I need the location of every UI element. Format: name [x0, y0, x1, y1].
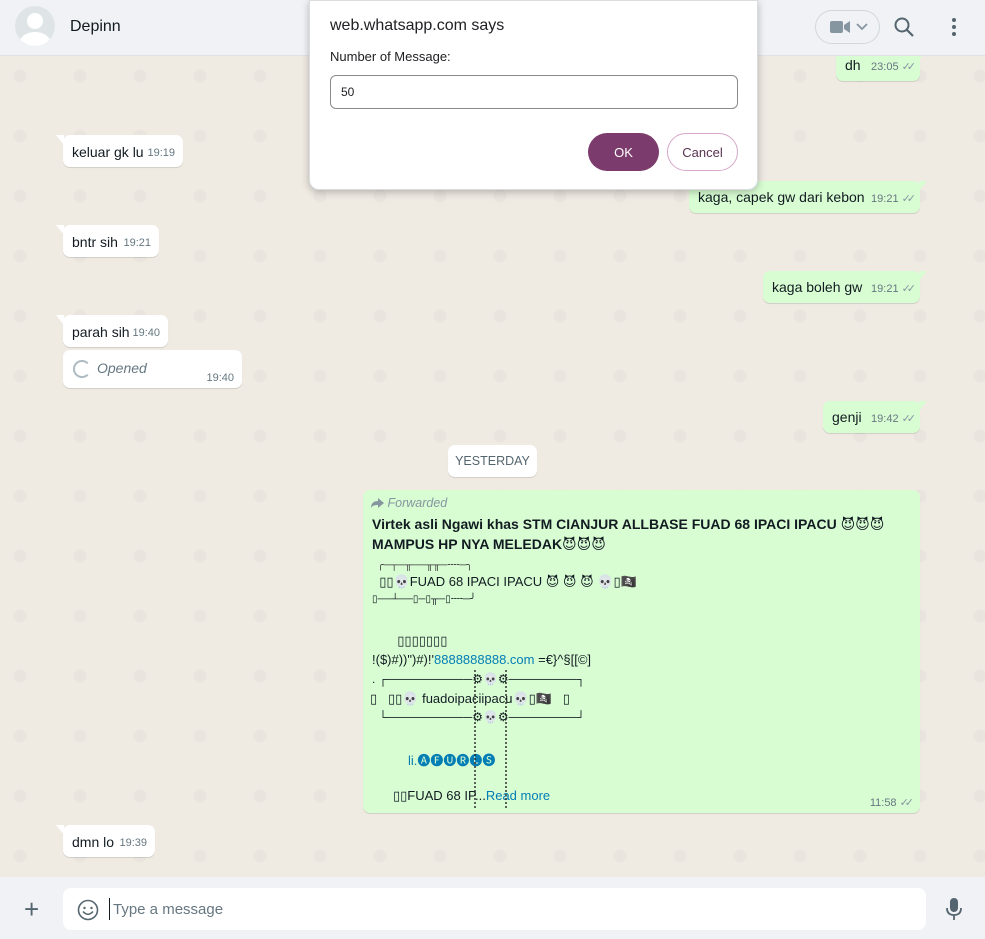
message-line: ▯▯💀FUAD 68 IPACI IPACU 😈 😈 😈 💀▯🏴‍☠️	[372, 574, 637, 589]
opened-label: Opened	[97, 360, 147, 376]
message-text: bntr sih	[72, 234, 118, 250]
emoji-icon[interactable]	[77, 899, 99, 921]
message-input[interactable]	[109, 898, 889, 920]
message-in[interactable]: keluar gk lu 19:19	[56, 135, 183, 167]
double-check-icon: ✓✓	[901, 413, 917, 425]
message-meta: 19:42 ✓✓	[871, 410, 917, 429]
cancel-button[interactable]: Cancel	[667, 133, 738, 171]
message-text: =€}^§[[©]	[534, 652, 592, 667]
double-check-icon: ✓✓	[901, 283, 917, 295]
forwarded-title: Virtek asli Ngawi khas STM CIANJUR ALLBA…	[372, 516, 885, 552]
mic-icon[interactable]	[945, 897, 963, 921]
message-out[interactable]: dh 23:05 ✓✓	[836, 56, 927, 81]
plus-icon[interactable]: +	[24, 896, 39, 922]
decorative-lines	[474, 670, 507, 810]
contact-name[interactable]: Depinn	[70, 18, 121, 36]
message-time: 19:39	[119, 837, 147, 849]
message-text: parah sih	[72, 324, 130, 340]
composer: +	[0, 877, 985, 939]
message-in[interactable]: parah sih 19:40	[56, 315, 168, 347]
message-meta: 23:05 ✓✓	[871, 58, 917, 77]
ok-button[interactable]: OK	[588, 133, 659, 171]
dialog-label: Number of Message:	[330, 49, 451, 64]
video-call-icon	[830, 21, 850, 33]
message-time: 19:19	[147, 147, 175, 159]
search-icon[interactable]	[893, 16, 915, 38]
message-text: keluar gk lu	[72, 144, 144, 160]
message-time: 23:05	[871, 61, 899, 73]
message-in[interactable]: dmn lo 19:39	[56, 825, 155, 857]
message-meta: 19:21 ✓✓	[871, 280, 917, 299]
double-check-icon: ✓✓	[899, 797, 915, 809]
message-text: dh	[845, 57, 861, 73]
message-in[interactable]: bntr sih 19:21	[56, 225, 159, 257]
message-text: dmn lo	[72, 834, 115, 850]
message-time: 19:21	[871, 283, 899, 295]
double-check-icon: ✓✓	[901, 61, 917, 73]
message-text: kaga, capek gw dari kebon	[698, 189, 865, 205]
message-meta: 11:58 ✓✓	[869, 796, 915, 809]
message-time: 11:58	[869, 797, 897, 809]
avatar-body-shape	[19, 32, 51, 46]
message-time: 19:40	[132, 327, 160, 339]
message-text: kaga boleh gw	[772, 279, 863, 295]
double-check-icon: ✓✓	[901, 193, 917, 205]
message-time: 19:40	[206, 372, 234, 384]
message-line: ▯▯▯▯▯▯▯	[372, 633, 448, 648]
message-text: !($)#))")#)!'	[372, 652, 434, 667]
avatar-head-shape	[27, 13, 43, 29]
message-out[interactable]: kaga boleh gw 19:21 ✓✓	[763, 271, 927, 303]
message-line: ╭─┬─╥──╥╥─╌╌─╮	[372, 560, 473, 571]
menu-icon[interactable]	[948, 16, 960, 38]
message-line: ▯──┴──▯─▯╥─▯╌╌─╯	[372, 594, 476, 605]
message-line: !($)#))")#)!'8888888888.com =€}^§[[©]	[372, 652, 591, 667]
forward-icon	[371, 498, 384, 508]
message-time: 19:42	[871, 413, 899, 425]
message-time: 19:21	[123, 237, 151, 249]
message-meta: 19:21 ✓✓	[871, 190, 917, 209]
message-time: 19:21	[871, 193, 899, 205]
forwarded-label: Forwarded	[387, 496, 448, 510]
video-call-button[interactable]	[815, 10, 880, 44]
message-text: genji	[832, 409, 862, 425]
dialog-title: web.whatsapp.com says	[330, 17, 505, 34]
message-input-box[interactable]	[63, 888, 926, 930]
avatar[interactable]	[15, 6, 55, 46]
message-out[interactable]: genji 19:42 ✓✓	[823, 401, 927, 433]
forwarded-message[interactable]: Forwarded Virtek asli Ngawi khas STM CIA…	[363, 490, 920, 813]
prompt-dialog: web.whatsapp.com says Number of Message:…	[309, 0, 758, 190]
date-divider: YESTERDAY	[448, 445, 537, 477]
number-of-message-input[interactable]	[330, 75, 738, 109]
message-link[interactable]: 8888888888.com	[434, 652, 534, 667]
view-once-opened-message[interactable]: Opened 19:40	[63, 350, 242, 388]
forwarded-label-row: Forwarded	[371, 496, 447, 510]
chevron-down-icon	[856, 23, 868, 31]
view-once-icon	[73, 360, 91, 378]
